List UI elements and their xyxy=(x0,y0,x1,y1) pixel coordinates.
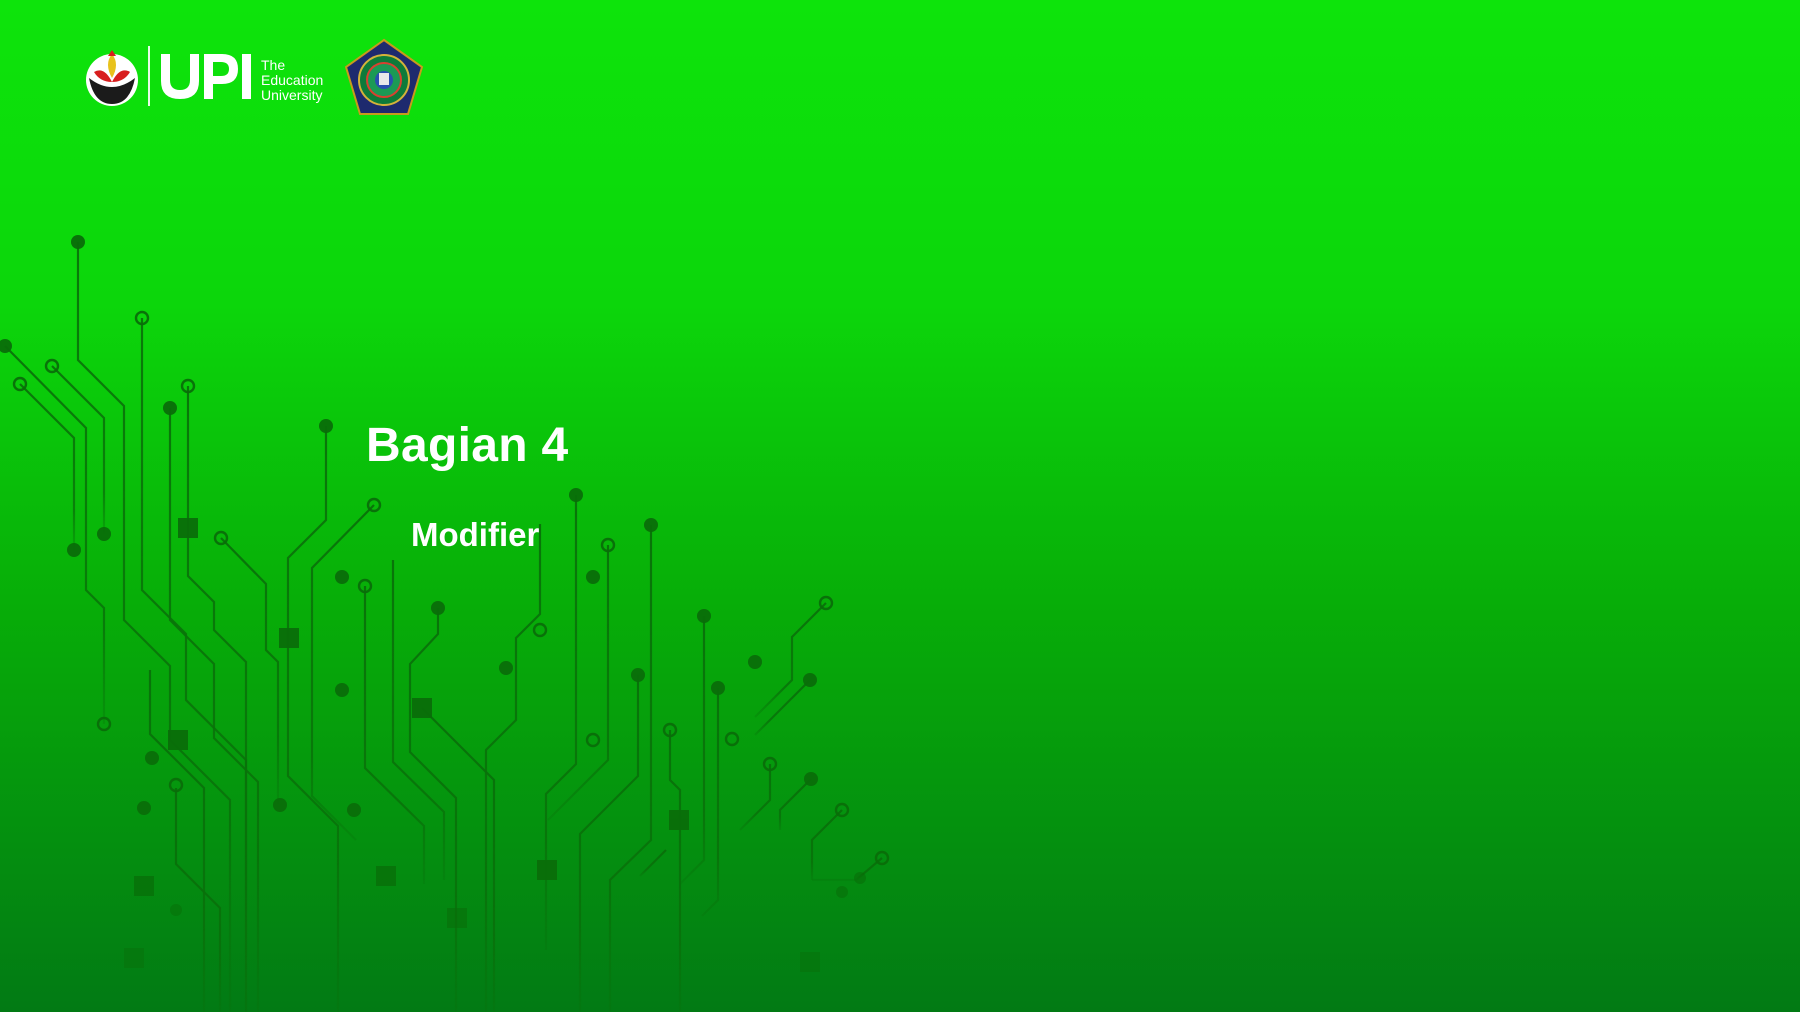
institution-crest-icon xyxy=(344,38,424,115)
upi-tagline-icon: The Education University xyxy=(261,57,323,103)
svg-text:Education: Education xyxy=(261,72,323,88)
svg-text:The: The xyxy=(261,57,285,73)
slide-subtitle: Modifier xyxy=(411,516,540,553)
circuit-pattern-background xyxy=(0,235,890,1012)
presentation-slide: The Education University Bagian 4 Modifi… xyxy=(0,0,1800,1012)
svg-text:University: University xyxy=(261,87,322,103)
slide-title: Bagian 4 xyxy=(366,419,569,472)
institution-logos: The Education University xyxy=(86,38,426,122)
upi-wordmark-icon xyxy=(161,54,251,99)
upi-emblem-icon xyxy=(86,50,138,106)
